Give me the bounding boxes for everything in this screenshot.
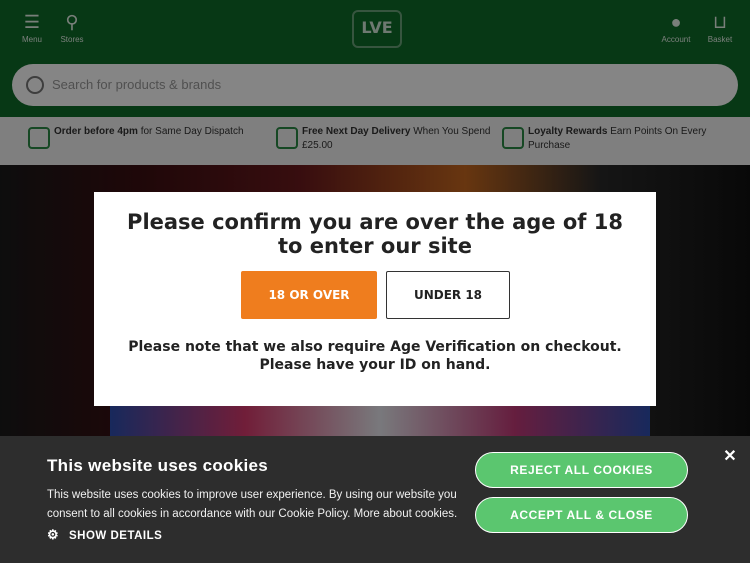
gear-icon: ⚙ [47, 527, 60, 542]
age-verification-note: Please note that we also require Age Ver… [128, 339, 622, 373]
cookie-title: This website uses cookies [47, 456, 269, 475]
age-over-18-button[interactable]: 18 OR OVER [241, 271, 377, 319]
reject-all-cookies-button[interactable]: REJECT ALL COOKIES [475, 452, 688, 488]
age-modal-title: Please confirm you are over the age of 1… [127, 210, 623, 258]
age-button-group: 18 OR OVER UNDER 18 [94, 271, 656, 319]
close-icon[interactable]: ✕ [722, 448, 738, 466]
show-details-toggle[interactable]: ⚙ SHOW DETAILS [47, 527, 162, 543]
accept-all-close-button[interactable]: ACCEPT ALL & CLOSE [475, 497, 688, 533]
cookie-description: This website uses cookies to improve use… [47, 489, 458, 520]
show-details-label: SHOW DETAILS [69, 530, 163, 542]
age-verification-modal: Please confirm you are over the age of 1… [94, 192, 656, 406]
cookie-consent-bar: This website uses cookies This website u… [0, 436, 750, 563]
age-under-18-button[interactable]: UNDER 18 [386, 271, 510, 319]
